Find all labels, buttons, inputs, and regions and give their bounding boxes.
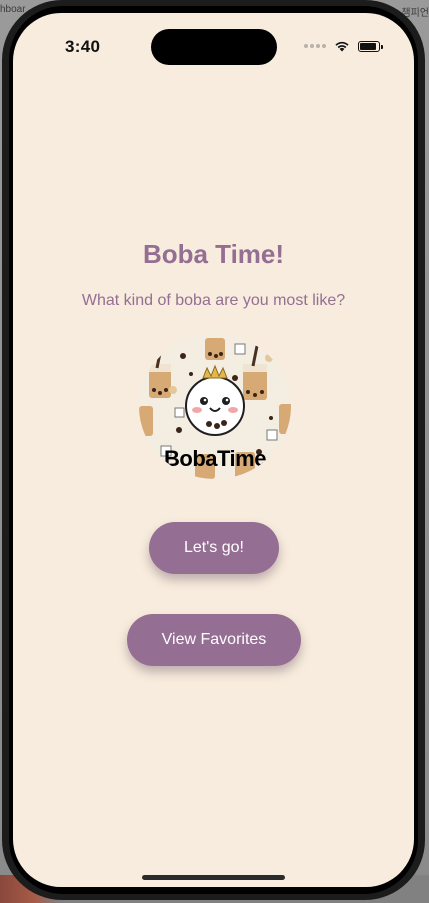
view-favorites-button-label: View Favorites bbox=[161, 631, 267, 648]
page-title: Boba Time! bbox=[142, 239, 285, 269]
logo-wordmark: BobaTime bbox=[164, 446, 266, 471]
lets-go-button[interactable]: Let's go! bbox=[149, 522, 279, 574]
status-icons bbox=[304, 40, 383, 52]
home-indicator[interactable] bbox=[142, 875, 285, 880]
dynamic-island bbox=[151, 29, 277, 65]
app-screen: 3:40 Boba Time! What kind of boba are yo… bbox=[13, 13, 414, 887]
page-subtitle: What kind of boba are you most like? bbox=[81, 292, 346, 309]
wifi-icon bbox=[335, 41, 349, 52]
cellular-dots-icon bbox=[304, 44, 326, 48]
lets-go-button-label: Let's go! bbox=[184, 539, 244, 556]
status-time: 3:40 bbox=[65, 37, 101, 56]
boba-logo-image: BobaTime bbox=[139, 334, 291, 479]
view-favorites-button[interactable]: View Favorites bbox=[127, 614, 301, 666]
battery-icon bbox=[358, 40, 383, 52]
